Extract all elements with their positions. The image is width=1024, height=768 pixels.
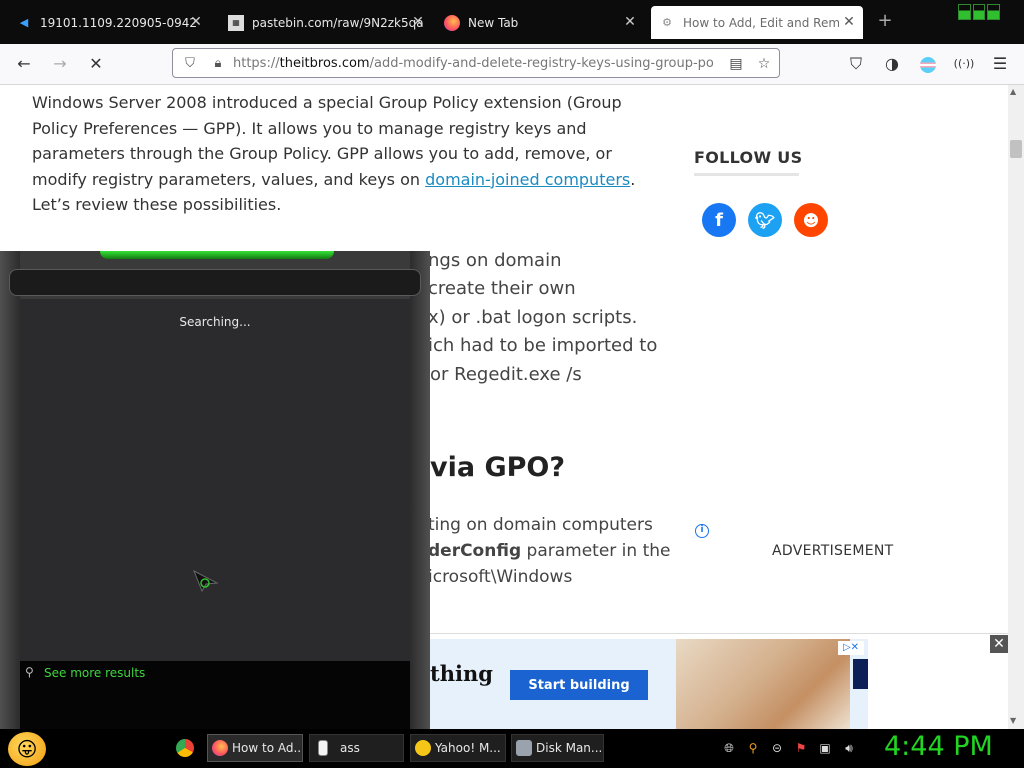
article-text-fragment: x) or .bat logon scripts. bbox=[428, 307, 638, 328]
tab-ventoy[interactable]: ◀ 19101.1109.220905-0942.VB_RI ✕ bbox=[8, 6, 210, 39]
close-tab-icon[interactable]: ✕ bbox=[410, 14, 426, 30]
close-tab-icon[interactable]: ✕ bbox=[622, 14, 638, 30]
page-scrollbar[interactable] bbox=[1008, 85, 1024, 729]
search-icon: ⚲ bbox=[25, 665, 34, 679]
tab-title: New Tab bbox=[468, 15, 519, 30]
taskbar-item-yahoo[interactable]: Yahoo! M... bbox=[410, 734, 506, 762]
tab-pastebin[interactable]: ▦ pastebin.com/raw/9N2zk5qa ✕ bbox=[220, 6, 432, 39]
article-text-fragment: create their own bbox=[428, 278, 576, 299]
shield-icon[interactable]: ⛉ bbox=[179, 52, 201, 74]
taskbar: 😛 How to Ad... ass Yahoo! M... Disk Man.… bbox=[0, 729, 1024, 768]
taskbar-item-disk-management[interactable]: Disk Man... bbox=[511, 734, 604, 762]
status-tray-icon[interactable]: ⊝ bbox=[769, 740, 785, 756]
advertisement-label: ADVERTISEMENT bbox=[772, 543, 894, 559]
search-results-area: Searching... bbox=[20, 299, 410, 661]
close-tab-icon[interactable]: ✕ bbox=[188, 14, 204, 30]
facebook-icon[interactable]: f bbox=[702, 203, 736, 237]
pastebin-icon: ▦ bbox=[228, 14, 244, 31]
taskbar-item-label: Disk Man... bbox=[536, 741, 603, 755]
busy-cursor-icon bbox=[193, 570, 219, 592]
close-tab-icon[interactable]: ✕ bbox=[841, 14, 857, 30]
ad-info-icon[interactable]: i bbox=[695, 524, 709, 538]
disk-management-icon bbox=[516, 740, 532, 756]
search-footer: ⚲ See more results bbox=[20, 661, 410, 729]
network-globe-icon[interactable]: 🌐︎ bbox=[721, 740, 737, 756]
ventoy-icon: ◀ bbox=[19, 16, 29, 29]
search-status: Searching... bbox=[179, 315, 251, 329]
tab-bar: ◀ 19101.1109.220905-0942.VB_RI ✕ ▦ paste… bbox=[0, 0, 1024, 44]
window-glow bbox=[100, 251, 334, 259]
reader-view-icon[interactable]: ▤ bbox=[725, 53, 747, 75]
banner-ad-text: thing bbox=[430, 661, 493, 686]
firefox-icon bbox=[444, 14, 460, 31]
see-more-results-link[interactable]: See more results bbox=[44, 666, 145, 680]
network-tray-icon[interactable]: ▣ bbox=[817, 740, 833, 756]
close-ad-button[interactable]: ✕ bbox=[990, 635, 1008, 653]
follow-us-heading: FOLLOW US bbox=[694, 148, 803, 167]
firefox-icon bbox=[212, 740, 228, 756]
tab-title: pastebin.com/raw/9N2zk5qa bbox=[252, 15, 424, 30]
banner-ad: thing Start building yith ▷✕ ✕ bbox=[430, 633, 1008, 730]
clock-extension-icon[interactable]: ◑ bbox=[880, 53, 904, 75]
start-button[interactable]: 😛 bbox=[8, 732, 46, 766]
menu-icon[interactable]: ☰ bbox=[988, 53, 1012, 75]
stop-loading-button[interactable]: ✕ bbox=[84, 53, 108, 75]
tab-title: How to Add, Edit and Remove bbox=[683, 15, 839, 30]
reddit-icon[interactable]: ☻ bbox=[794, 203, 828, 237]
search-popup-window: Searching... ⚲ See more results bbox=[0, 251, 430, 729]
taskbar-item-folder[interactable]: ass bbox=[309, 734, 404, 762]
article-text-fragment: icrosoft\Windows bbox=[428, 567, 573, 587]
back-button[interactable]: ← bbox=[12, 53, 36, 75]
adchoices-icon[interactable]: ▷✕ bbox=[838, 641, 864, 655]
taskbar-item-label: Yahoo! M... bbox=[435, 741, 501, 755]
chrome-icon[interactable] bbox=[176, 739, 194, 757]
new-tab-button[interactable]: + bbox=[876, 12, 894, 30]
flag-extension-icon[interactable] bbox=[916, 53, 940, 75]
banner-ad-content[interactable]: thing Start building yith ▷✕ bbox=[430, 639, 868, 730]
folder-icon bbox=[318, 740, 328, 756]
lock-icon[interactable]: 🔒︎ bbox=[207, 52, 229, 74]
url-text[interactable]: https://theitbros.com/add-modify-and-del… bbox=[233, 56, 713, 71]
tab-new-tab[interactable]: New Tab ✕ bbox=[436, 6, 644, 39]
window-frame bbox=[410, 251, 430, 729]
tab-title: 19101.1109.220905-0942.VB_RI bbox=[40, 15, 198, 30]
article-text-fragment: ich had to be imported to bbox=[428, 335, 658, 356]
twitter-icon[interactable]: 🐦︎ bbox=[748, 203, 782, 237]
extension-icon[interactable]: ((·)) bbox=[952, 53, 976, 75]
taskbar-item-label: ass bbox=[340, 741, 360, 755]
scroll-down-arrow-icon[interactable]: ▼ bbox=[1010, 716, 1016, 725]
scroll-up-arrow-icon[interactable]: ▲ bbox=[1010, 87, 1016, 96]
navigation-bar: ← → ✕ ⛉ 🔒︎ https://theitbros.com/add-mod… bbox=[0, 44, 1024, 85]
window-frame bbox=[0, 251, 20, 729]
tab-active-article[interactable]: ⚙ How to Add, Edit and Remove ✕ bbox=[651, 6, 863, 39]
banner-ad-photo: yith bbox=[676, 639, 850, 730]
flag-tray-icon[interactable]: ⚑ bbox=[793, 740, 809, 756]
site-icon: ⚙ bbox=[662, 16, 672, 29]
network-meter-icon bbox=[958, 4, 1001, 20]
scrollbar-thumb[interactable] bbox=[1010, 140, 1022, 158]
search-tray-icon[interactable]: ⚲ bbox=[745, 740, 761, 756]
article-text-fragment: ngs on domain bbox=[428, 250, 562, 271]
address-bar[interactable]: ⛉ 🔒︎ https://theitbros.com/add-modify-an… bbox=[172, 48, 780, 78]
bookmark-star-icon[interactable]: ☆ bbox=[753, 53, 775, 75]
volume-icon[interactable]: 🔊︎ bbox=[841, 740, 857, 756]
article-paragraph: Windows Server 2008 introduced a special… bbox=[32, 93, 636, 214]
taskbar-item-firefox[interactable]: How to Ad... bbox=[207, 734, 303, 762]
forward-button[interactable]: → bbox=[48, 53, 72, 75]
article-text-fragment: derConfig parameter in the bbox=[428, 541, 671, 561]
clock[interactable]: 4:44 PM bbox=[884, 731, 993, 762]
heading-underline bbox=[694, 173, 799, 176]
section-heading: via GPO? bbox=[430, 452, 566, 483]
article-text-fragment: ting on domain computers bbox=[428, 515, 653, 535]
search-input[interactable] bbox=[9, 269, 421, 296]
article-text-fragment: or Regedit.exe /s bbox=[430, 364, 582, 385]
banner-ad-edge bbox=[853, 659, 868, 689]
yahoo-messenger-icon bbox=[415, 740, 431, 756]
taskbar-item-label: How to Ad... bbox=[232, 741, 303, 755]
start-building-button[interactable]: Start building bbox=[510, 670, 648, 700]
pocket-icon[interactable]: ⛉ bbox=[844, 53, 868, 75]
domain-joined-computers-link[interactable]: domain-joined computers bbox=[425, 170, 630, 189]
